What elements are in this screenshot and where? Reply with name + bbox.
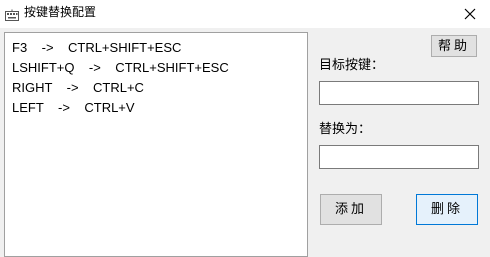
target-key-label: 目标按键： [319, 58, 385, 73]
replace-with-label: 替换为： [319, 122, 372, 137]
close-icon [464, 8, 476, 20]
add-button[interactable]: 添加 [320, 194, 382, 225]
keyboard-icon [5, 6, 19, 21]
list-item[interactable]: LSHIFT+Q -> CTRL+SHIFT+ESC [12, 58, 307, 78]
mapping-list[interactable]: F3 -> CTRL+SHIFT+ESC LSHIFT+Q -> CTRL+SH… [4, 32, 308, 257]
title-bar: 按键替换配置 [0, 0, 490, 28]
target-key-input[interactable] [319, 81, 479, 105]
help-button[interactable]: 帮助 [431, 35, 477, 57]
list-item[interactable]: RIGHT -> CTRL+C [12, 78, 307, 98]
close-button[interactable] [450, 0, 490, 28]
list-item[interactable]: F3 -> CTRL+SHIFT+ESC [12, 38, 307, 58]
replace-with-input[interactable] [319, 145, 479, 169]
delete-button[interactable]: 删除 [416, 194, 478, 225]
window-title: 按键替换配置 [24, 5, 97, 19]
list-item[interactable]: LEFT -> CTRL+V [12, 98, 307, 118]
